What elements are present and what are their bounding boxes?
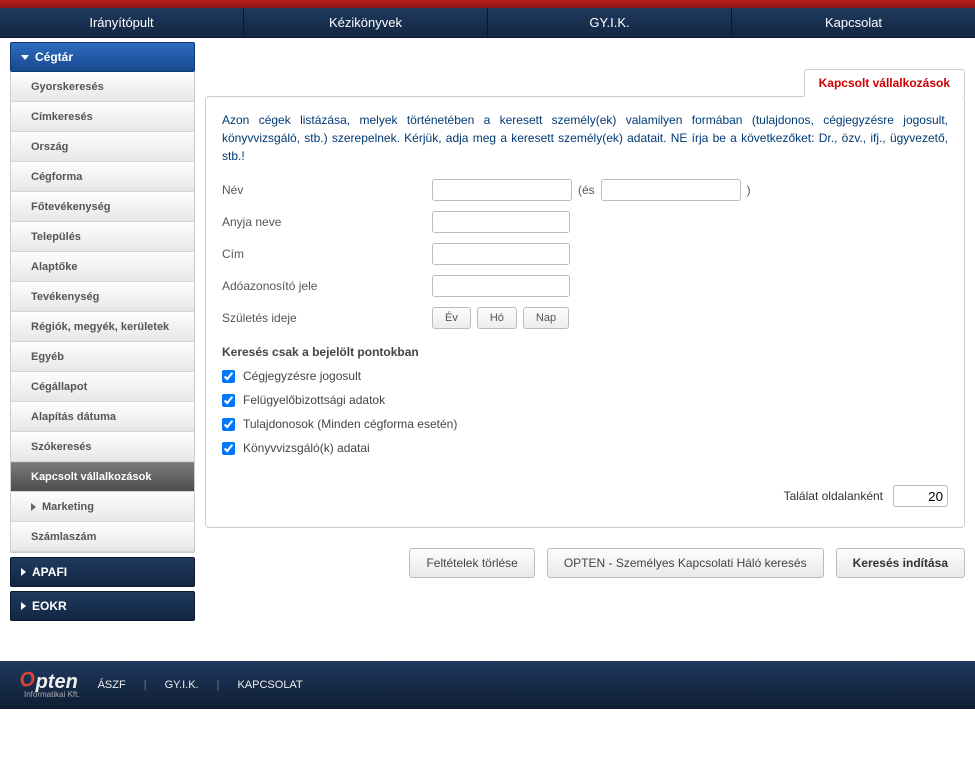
- button-opten-network[interactable]: OPTEN - Személyes Kapcsolati Háló keresé…: [547, 548, 824, 578]
- sidebar-menu: Gyorskeresés Címkeresés Ország Cégforma …: [10, 72, 195, 553]
- chevron-right-icon: [21, 602, 26, 610]
- input-ado[interactable]: [432, 275, 570, 297]
- sidebar-item-cegallapot[interactable]: Cégállapot: [11, 372, 194, 402]
- sidebar-item-szokereses[interactable]: Szókeresés: [11, 432, 194, 462]
- nav-manuals[interactable]: Kézikönyvek: [244, 8, 488, 37]
- label-anyja: Anyja neve: [222, 215, 432, 229]
- button-ho[interactable]: Hó: [477, 307, 517, 329]
- label-es: (és: [578, 183, 595, 197]
- logo-opten: Opten Informatikai Kft.: [20, 671, 80, 699]
- main-content: Kapcsolt vállalkozások Azon cégek listáz…: [205, 42, 965, 621]
- sidebar-item-orszag[interactable]: Ország: [11, 132, 194, 162]
- sidebar-header-label: EOKR: [32, 599, 67, 613]
- sidebar-item-szamlaszam[interactable]: Számlaszám: [11, 522, 194, 552]
- search-panel: Azon cégek listázása, melyek történetébe…: [205, 96, 965, 528]
- button-nap[interactable]: Nap: [523, 307, 569, 329]
- checkbox-label: Könyvvizsgáló(k) adatai: [243, 441, 370, 455]
- button-clear[interactable]: Feltételek törlése: [409, 548, 534, 578]
- label-close-paren: ): [747, 183, 751, 197]
- input-results-per-page[interactable]: [893, 485, 948, 507]
- sidebar-item-label: Marketing: [42, 501, 94, 513]
- checkbox-label: Felügyelőbizottsági adatok: [243, 393, 385, 407]
- input-nev-1[interactable]: [432, 179, 572, 201]
- sidebar-item-gyorskereses[interactable]: Gyorskeresés: [11, 72, 194, 102]
- tab-kapcsolt-vallalkozasok[interactable]: Kapcsolt vállalkozások: [804, 69, 965, 97]
- chevron-right-icon: [21, 568, 26, 576]
- checkbox-cegjegyzes[interactable]: [222, 370, 235, 383]
- footer-link-aszf[interactable]: ÁSZF: [98, 679, 126, 691]
- sidebar-item-marketing[interactable]: Marketing: [11, 492, 194, 522]
- input-nev-2[interactable]: [601, 179, 741, 201]
- sidebar-item-cegforma[interactable]: Cégforma: [11, 162, 194, 192]
- nav-contact[interactable]: Kapcsolat: [732, 8, 975, 37]
- label-results-per-page: Találat oldalanként: [784, 489, 883, 503]
- separator: |: [144, 679, 147, 691]
- main-navbar: Irányítópult Kézikönyvek GY.I.K. Kapcsol…: [0, 8, 975, 38]
- separator: |: [217, 679, 220, 691]
- nav-dashboard[interactable]: Irányítópult: [0, 8, 244, 37]
- sidebar-item-alapitas[interactable]: Alapítás dátuma: [11, 402, 194, 432]
- checkbox-felugyelo[interactable]: [222, 394, 235, 407]
- sidebar: Cégtár Gyorskeresés Címkeresés Ország Cé…: [10, 42, 195, 621]
- footer-link-gyik[interactable]: GY.I.K.: [165, 679, 199, 691]
- button-ev[interactable]: Év: [432, 307, 471, 329]
- input-anyja[interactable]: [432, 211, 570, 233]
- sidebar-item-egyeb[interactable]: Egyéb: [11, 342, 194, 372]
- nav-faq[interactable]: GY.I.K.: [488, 8, 732, 37]
- section-title-checks: Keresés csak a bejelölt pontokban: [222, 345, 948, 359]
- sidebar-header-label: Cégtár: [35, 50, 73, 64]
- sidebar-item-telepules[interactable]: Település: [11, 222, 194, 252]
- input-cim[interactable]: [432, 243, 570, 265]
- sidebar-header-eokr[interactable]: EOKR: [10, 591, 195, 621]
- sidebar-item-fotevekenyseg[interactable]: Főtevékenység: [11, 192, 194, 222]
- sidebar-item-kapcsolt[interactable]: Kapcsolt vállalkozások: [11, 462, 194, 492]
- checkbox-label: Tulajdonosok (Minden cégforma esetén): [243, 417, 457, 431]
- chevron-down-icon: [21, 55, 29, 60]
- footer: Opten Informatikai Kft. ÁSZF | GY.I.K. |…: [0, 661, 975, 709]
- checkbox-tulajdonosok[interactable]: [222, 418, 235, 431]
- sidebar-header-apafi[interactable]: APAFI: [10, 557, 195, 587]
- checkbox-konyvvizsgalo[interactable]: [222, 442, 235, 455]
- label-ado: Adóazonosító jele: [222, 279, 432, 293]
- top-accent-bar: [0, 0, 975, 8]
- sidebar-header-cegtar[interactable]: Cégtár: [10, 42, 195, 72]
- sidebar-item-cimkereses[interactable]: Címkeresés: [11, 102, 194, 132]
- sidebar-item-regiok[interactable]: Régiók, megyék, kerületek: [11, 312, 194, 342]
- sidebar-header-label: APAFI: [32, 565, 67, 579]
- button-search[interactable]: Keresés indítása: [836, 548, 965, 578]
- label-nev: Név: [222, 183, 432, 197]
- footer-link-kapcsolat[interactable]: KAPCSOLAT: [237, 679, 302, 691]
- intro-text: Azon cégek listázása, melyek történetébe…: [222, 111, 948, 165]
- sidebar-item-tevekenyseg[interactable]: Tevékenység: [11, 282, 194, 312]
- sidebar-item-alaptoke[interactable]: Alaptőke: [11, 252, 194, 282]
- label-szuletes: Születés ideje: [222, 311, 432, 325]
- checkbox-label: Cégjegyzésre jogosult: [243, 369, 361, 383]
- chevron-right-icon: [31, 503, 36, 511]
- label-cim: Cím: [222, 247, 432, 261]
